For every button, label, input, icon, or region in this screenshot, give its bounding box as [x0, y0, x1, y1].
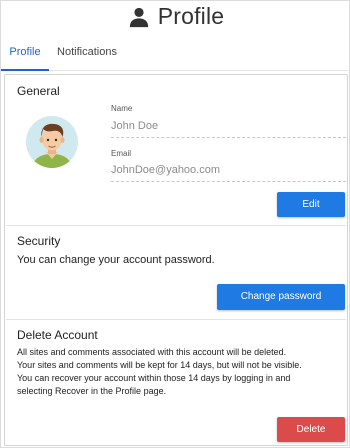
general-section-title: General — [17, 84, 60, 98]
person-icon — [129, 7, 148, 27]
delete-account-line: All sites and comments associated with t… — [17, 347, 287, 357]
delete-account-line: You can recover your account within thos… — [17, 373, 291, 383]
profile-window: Profile Profile Notifications General Na… — [0, 0, 350, 448]
name-label: Name — [111, 104, 133, 113]
tab-notifications[interactable]: Notifications — [49, 33, 125, 71]
email-field-underline — [111, 181, 346, 182]
page-header: Profile — [1, 1, 350, 31]
security-description: You can change your account password. — [17, 254, 215, 266]
delete-button[interactable]: Delete — [277, 417, 345, 442]
delete-account-section-title: Delete Account — [17, 328, 98, 342]
tab-bar: Profile Notifications — [1, 33, 350, 71]
profile-card: General Name John Doe Email JohnDoe@yaho… — [4, 74, 348, 446]
section-divider — [6, 225, 346, 226]
delete-account-description: All sites and comments associated with t… — [17, 346, 347, 398]
user-avatar — [26, 116, 78, 168]
active-tab-indicator — [1, 69, 49, 71]
change-password-button[interactable]: Change password — [217, 284, 345, 310]
name-field-underline — [111, 137, 346, 138]
email-field[interactable]: JohnDoe@yahoo.com — [111, 164, 220, 176]
delete-account-line: Your sites and comments will be kept for… — [17, 360, 302, 370]
edit-button[interactable]: Edit — [277, 192, 345, 217]
tab-profile[interactable]: Profile — [1, 33, 49, 71]
section-divider — [6, 319, 346, 320]
name-field[interactable]: John Doe — [111, 120, 158, 132]
email-label: Email — [111, 149, 132, 158]
page-title: Profile — [157, 2, 225, 29]
delete-account-line: selecting Recover in the Profile page. — [17, 386, 167, 396]
security-section-title: Security — [17, 234, 61, 248]
